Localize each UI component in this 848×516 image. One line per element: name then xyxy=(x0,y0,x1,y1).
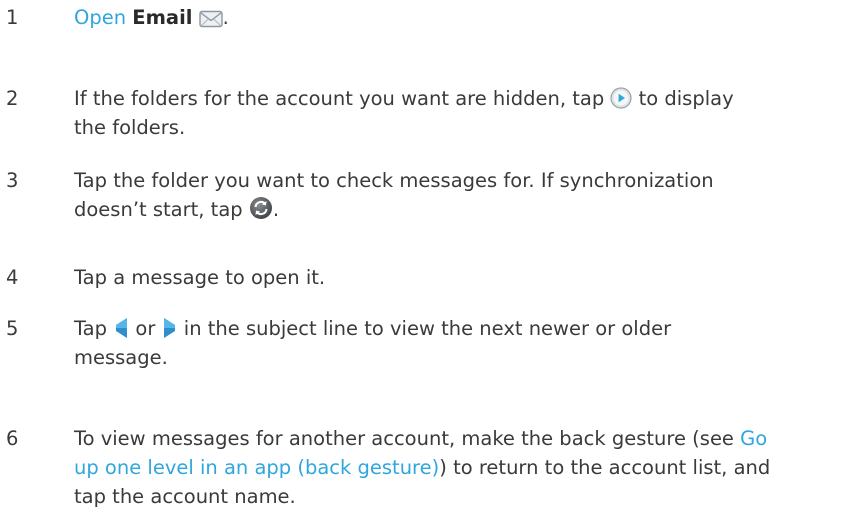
step-text: message. xyxy=(74,346,168,369)
envelope-icon xyxy=(198,10,223,28)
step-number: 3 xyxy=(6,169,19,192)
step-text: Tap a message to open it. xyxy=(74,266,326,289)
step-number: 5 xyxy=(6,317,19,340)
step-text: To view messages for another account, ma… xyxy=(74,427,734,450)
instruction-steps: 1 Open Email . 2 If the folders for the … xyxy=(0,0,848,516)
open-link[interactable]: Open xyxy=(74,6,126,29)
step-number: 6 xyxy=(6,427,19,450)
step-text: tap the account name. xyxy=(74,485,296,508)
step-number: 1 xyxy=(6,6,19,29)
email-app-name: Email xyxy=(132,6,193,29)
back-gesture-link-continued[interactable]: up one level in an app (back gesture) xyxy=(74,456,439,479)
step-text: to display xyxy=(638,87,734,110)
play-circle-icon xyxy=(610,87,633,109)
step-text: . xyxy=(272,198,280,221)
sync-icon xyxy=(249,196,273,220)
step-text: the folders. xyxy=(74,116,186,139)
step-text: Tap the folder you want to check message… xyxy=(74,169,714,192)
step-number: 4 xyxy=(6,266,19,289)
step-text: . xyxy=(222,6,229,29)
step-text: doesn’t start, tap xyxy=(74,198,243,221)
step-text: If the folders for the account you want … xyxy=(74,87,605,110)
step-text: Tap xyxy=(74,317,108,340)
step-text: in the subject line to view the next new… xyxy=(183,317,672,340)
next-message-icon xyxy=(162,317,178,339)
step-text: ) to return to the account list, and xyxy=(439,456,771,479)
step-number: 2 xyxy=(6,87,19,110)
back-gesture-link[interactable]: Go xyxy=(740,427,767,450)
prev-message-icon xyxy=(113,317,129,339)
step-text: or xyxy=(135,317,156,340)
